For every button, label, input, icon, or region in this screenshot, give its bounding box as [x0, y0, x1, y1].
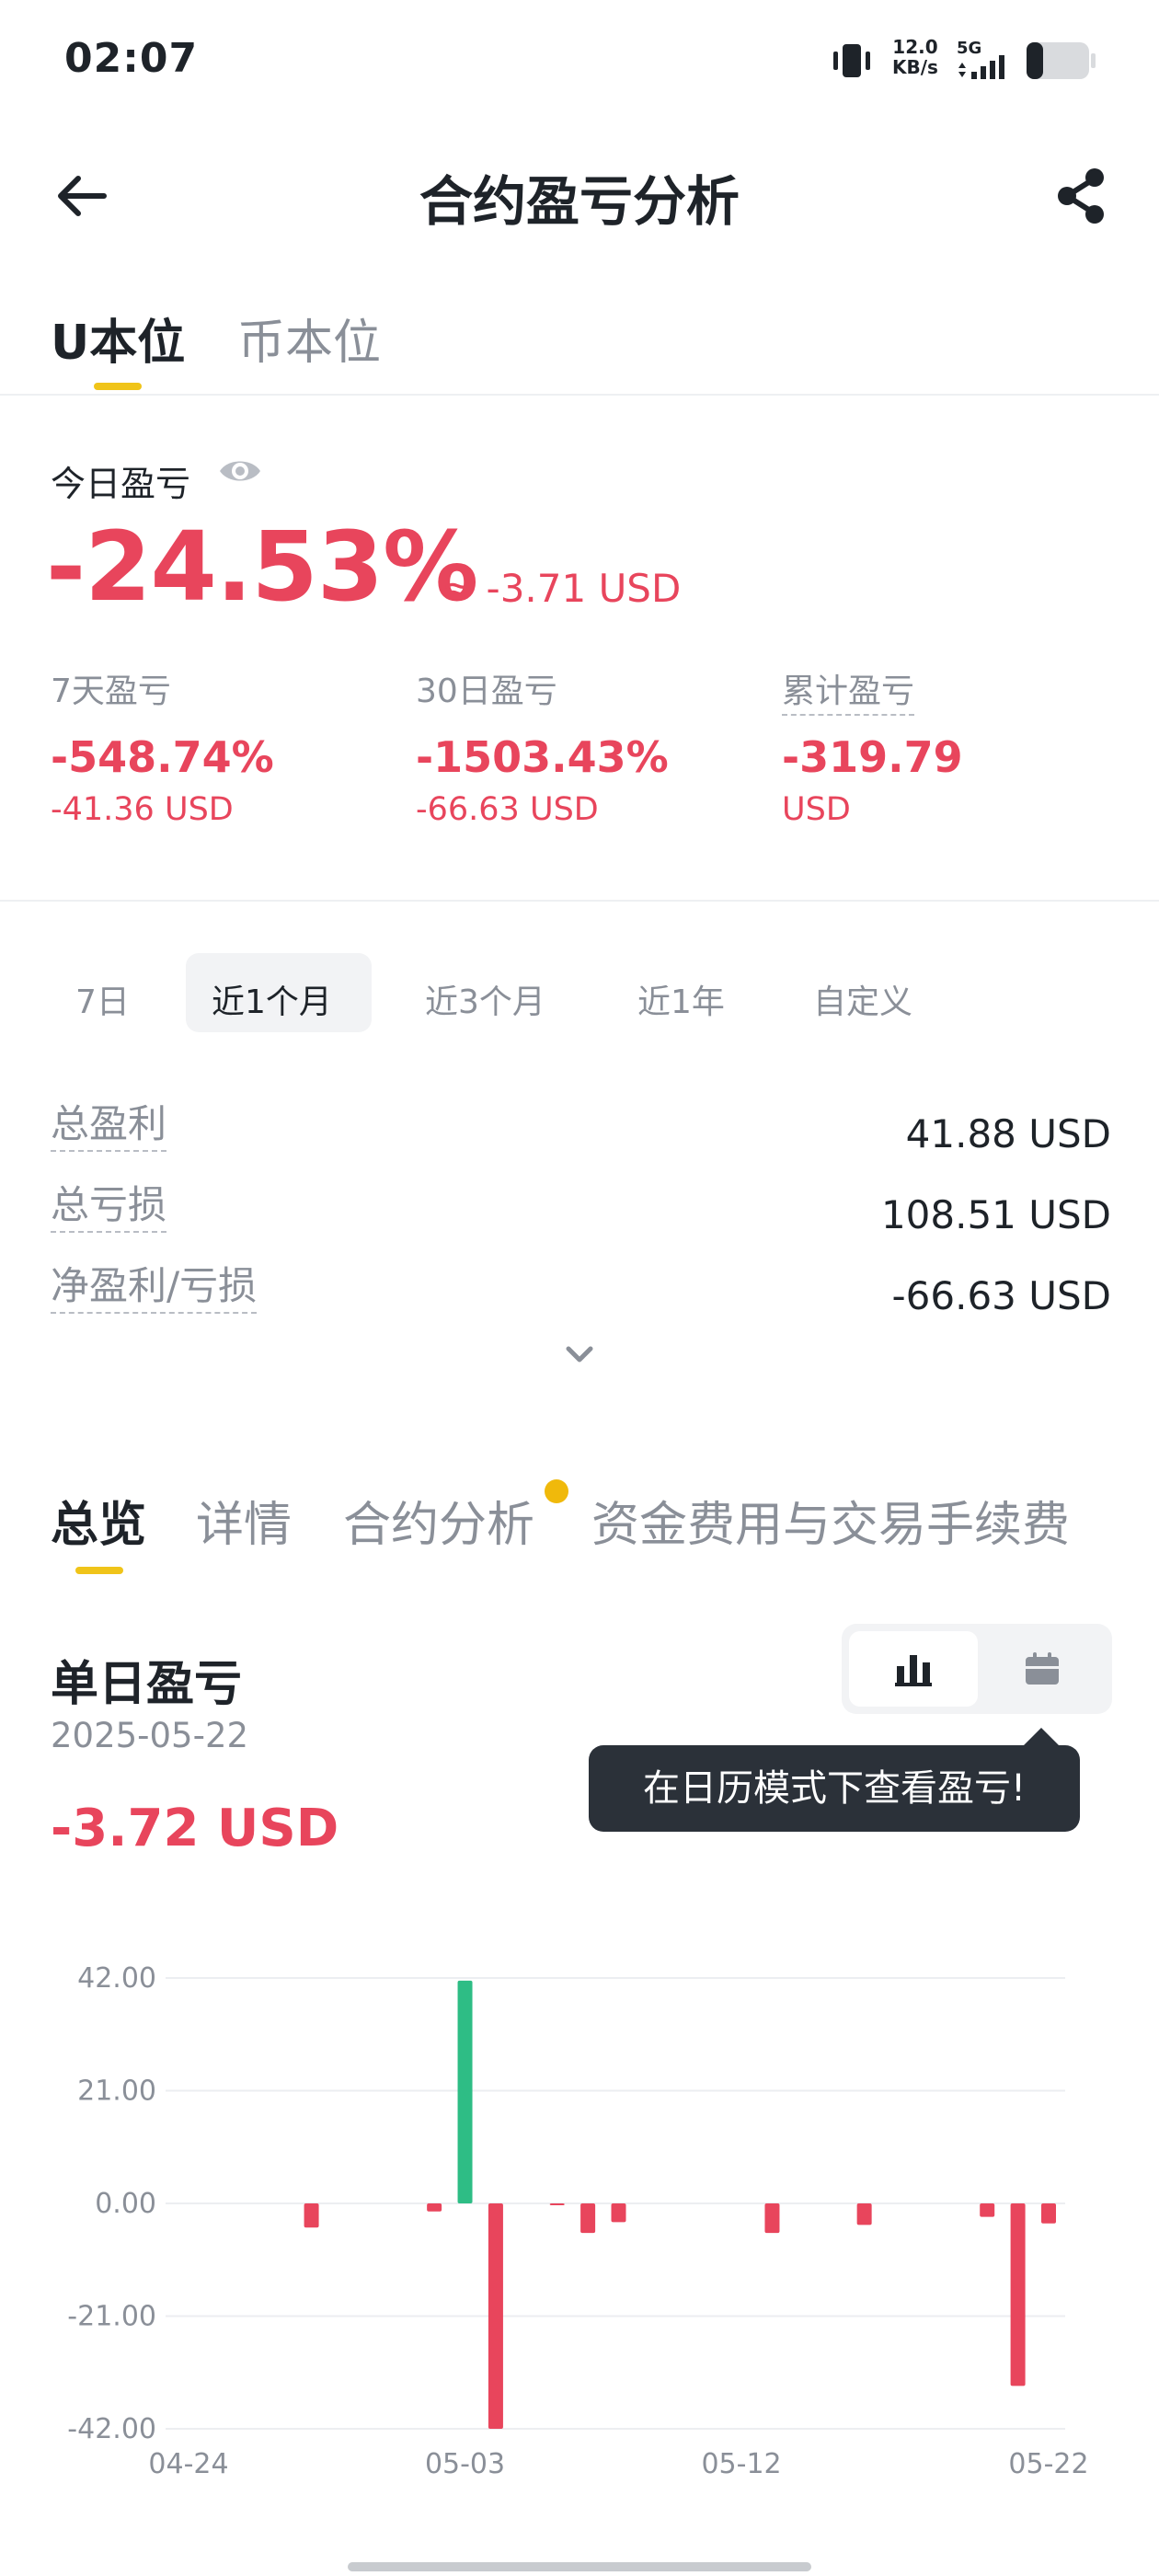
total-loss-label[interactable]: 总亏损 [51, 1182, 167, 1233]
tab-active-indicator [94, 383, 142, 390]
bar-chart-icon [895, 1655, 932, 1686]
today-pnl-usd: ≈ -3.71 USD [442, 566, 682, 611]
new-badge-dot [545, 1479, 568, 1503]
bar-05-04[interactable] [488, 2203, 503, 2429]
y-tick-label: -42.00 [67, 2413, 156, 2445]
y-tick-label: 0.00 [95, 2188, 156, 2220]
period-custom[interactable]: 自定义 [813, 975, 912, 1023]
divider [0, 900, 1159, 902]
today-pnl-percent: -24.53% [46, 511, 478, 623]
chart-view-toggle [842, 1624, 1112, 1714]
bar-05-07[interactable] [580, 2203, 596, 2234]
today-pnl-label: 今日盈亏 [51, 464, 191, 504]
tab-coin-margined[interactable]: 币本位 [237, 304, 381, 373]
tab-fees[interactable]: 资金费用与交易手续费 [591, 1486, 1070, 1555]
y-tick-label: -21.00 [67, 2301, 156, 2333]
stat-sub: -41.36 USD [51, 791, 234, 828]
period-1m[interactable]: 近1个月 [212, 975, 332, 1023]
bar-05-08[interactable] [611, 2203, 626, 2223]
signal-icon [958, 55, 1004, 79]
total-profit-value: 41.88 USD [905, 1111, 1111, 1156]
stat-sub: USD [782, 791, 851, 828]
stat-value: -1503.43% [416, 732, 669, 782]
net-pnl-value: -66.63 USD [891, 1273, 1112, 1318]
bar-05-20[interactable] [980, 2203, 995, 2217]
tab-overview[interactable]: 总览 [51, 1486, 146, 1555]
period-1y[interactable]: 近1年 [637, 975, 725, 1023]
daily-pnl-date: 2025-05-22 [51, 1716, 249, 1755]
stat-cumulative[interactable]: 累计盈亏 -319.79 USD [782, 664, 963, 828]
net-speed: 12.0 KB/s [892, 36, 938, 78]
chevron-down-icon [566, 1346, 593, 1363]
stat-value: -319.79 [782, 732, 963, 782]
share-icon [1058, 168, 1104, 224]
tab-contract-analysis[interactable]: 合约分析 [343, 1486, 534, 1555]
tab-active-indicator [75, 1567, 123, 1574]
bar-05-22[interactable] [1041, 2203, 1056, 2224]
vibrate-icon [833, 44, 870, 77]
expand-button[interactable] [561, 1336, 598, 1373]
bar-04-28[interactable] [304, 2203, 319, 2228]
stat-value: -548.74% [51, 732, 274, 782]
stat-label[interactable]: 累计盈亏 [782, 673, 915, 716]
bar-05-21[interactable] [1010, 2203, 1026, 2386]
bar-05-02[interactable] [427, 2203, 442, 2212]
net-pnl-label[interactable]: 净盈利/亏损 [51, 1263, 258, 1314]
total-loss-value: 108.51 USD [880, 1192, 1111, 1237]
bar-05-03[interactable] [457, 1980, 473, 2203]
y-tick-label: 42.00 [77, 1962, 156, 1995]
share-button[interactable] [1049, 164, 1113, 228]
period-3m[interactable]: 近3个月 [425, 975, 545, 1023]
daily-pnl-chart: 42.00 21.00 0.00 -21.00 -42.0004-24 05-03 05-1… [67, 1962, 1088, 2480]
page-title: 合约盈亏分析 [419, 170, 740, 233]
divider [0, 394, 1159, 396]
calendar-view-button[interactable] [978, 1631, 1107, 1707]
status-icons: 12.0 KB/s 5G [828, 37, 1104, 83]
bar-05-06[interactable] [549, 2203, 565, 2205]
bar-view-button[interactable] [849, 1631, 978, 1707]
x-tick-label: 05-22 [1008, 2448, 1088, 2480]
daily-pnl-value: -3.72 USD [51, 1799, 339, 1858]
calendar-icon [1026, 1652, 1059, 1685]
eye-icon[interactable] [217, 453, 263, 489]
total-profit-label[interactable]: 总盈利 [51, 1101, 167, 1152]
tab-details[interactable]: 详情 [196, 1486, 292, 1555]
period-7d[interactable]: 7日 [75, 975, 130, 1023]
x-tick-label: 05-03 [425, 2448, 505, 2480]
stat-7d: 7天盈亏 -548.74% -41.36 USD [51, 664, 274, 828]
x-tick-label: 05-12 [701, 2448, 781, 2480]
stat-label: 30日盈亏 [416, 673, 557, 710]
stat-label: 7天盈亏 [51, 673, 171, 710]
bar-05-16[interactable] [856, 2203, 872, 2225]
y-tick-label: 21.00 [77, 2076, 156, 2108]
tab-u-margined[interactable]: U本位 [51, 304, 185, 373]
stat-30d: 30日盈亏 -1503.43% -66.63 USD [416, 664, 669, 828]
home-indicator [348, 2562, 811, 2571]
daily-pnl-title: 单日盈亏 [51, 1657, 243, 1712]
calendar-hint-tooltip[interactable]: 在日历模式下查看盈亏! [589, 1745, 1080, 1832]
x-tick-label: 04-24 [148, 2448, 228, 2480]
bar-05-13[interactable] [764, 2203, 780, 2234]
stat-sub: -66.63 USD [416, 791, 599, 828]
status-time: 02:07 [64, 35, 199, 82]
tooltip-arrow [1023, 1728, 1060, 1746]
battery-icon [1027, 42, 1096, 79]
